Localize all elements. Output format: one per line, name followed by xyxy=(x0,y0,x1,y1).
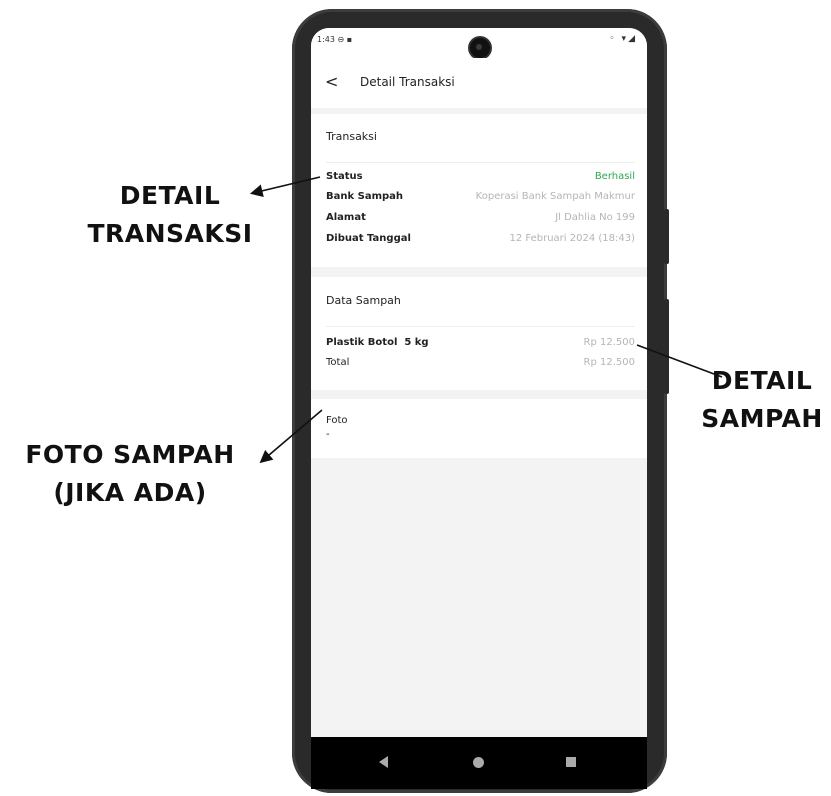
dibuat-tanggal-label: Dibuat Tanggal xyxy=(326,233,411,244)
sampah-item-label: Plastik Botol 5 kg xyxy=(326,337,429,348)
transaksi-title: Transaksi xyxy=(326,130,377,143)
row-dibuat-tanggal: Dibuat Tanggal 12 Februari 2024 (18:43) xyxy=(326,233,635,249)
annotation-detail-sampah: DETAIL SAMPAH xyxy=(701,366,823,433)
data-sampah-title: Data Sampah xyxy=(326,294,401,307)
bank-sampah-label: Bank Sampah xyxy=(326,191,404,202)
total-label: Total xyxy=(326,357,350,368)
status-value: Berhasil xyxy=(594,171,635,182)
annotation-foto-sampah: FOTO SAMPAH (JIKA ADA) xyxy=(25,440,235,507)
data-sampah-card: Data Sampah Plastik Botol 5 kg Rp 12.500… xyxy=(311,277,647,390)
status-icons: ◦ ▾◢ xyxy=(609,34,637,44)
foto-card: Foto - xyxy=(311,399,647,458)
front-camera-icon xyxy=(470,38,490,58)
back-arrow-icon[interactable]: < xyxy=(325,72,338,91)
nav-back-icon[interactable] xyxy=(379,756,388,768)
bank-sampah-value: Koperasi Bank Sampah Makmur xyxy=(475,191,635,202)
phone-frame: 1:43 ⊖ ▪ ◦ ▾◢ < Detail Transaksi Transak… xyxy=(292,9,669,793)
sampah-item-price: Rp 12.500 xyxy=(583,337,635,348)
app-bar: < Detail Transaksi xyxy=(311,58,647,108)
total-value: Rp 12.500 xyxy=(583,357,635,368)
power-button xyxy=(664,299,669,394)
alamat-label: Alamat xyxy=(326,212,366,223)
row-status: Status Berhasil xyxy=(326,171,635,187)
row-total: Total Rp 12.500 xyxy=(326,357,635,373)
volume-button xyxy=(664,209,669,264)
nav-recents-icon[interactable] xyxy=(566,757,576,767)
system-nav-bar xyxy=(311,737,647,789)
nav-home-icon[interactable] xyxy=(473,757,484,768)
alamat-value: Jl Dahlia No 199 xyxy=(555,212,635,223)
annotation-detail-transaksi: DETAIL TRANSAKSI xyxy=(87,181,253,248)
row-alamat: Alamat Jl Dahlia No 199 xyxy=(326,212,635,228)
dibuat-tanggal-value: 12 Februari 2024 (18:43) xyxy=(509,233,635,244)
row-sampah-item: Plastik Botol 5 kg Rp 12.500 xyxy=(326,337,635,353)
phone-screen: 1:43 ⊖ ▪ ◦ ▾◢ < Detail Transaksi Transak… xyxy=(311,28,647,789)
divider xyxy=(326,162,635,163)
status-time: 1:43 ⊖ ▪ xyxy=(317,35,353,44)
foto-value: - xyxy=(326,429,330,440)
foto-title: Foto xyxy=(326,415,348,426)
divider xyxy=(326,326,635,327)
status-label: Status xyxy=(326,171,363,182)
row-bank-sampah: Bank Sampah Koperasi Bank Sampah Makmur xyxy=(326,191,635,207)
transaksi-card: Transaksi Status Berhasil Bank Sampah Ko… xyxy=(311,114,647,267)
page-title: Detail Transaksi xyxy=(360,75,455,89)
